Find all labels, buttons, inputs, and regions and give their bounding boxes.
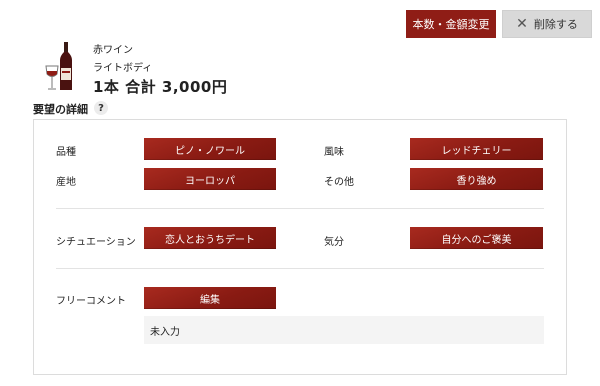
origin-value-button[interactable]: ヨーロッパ: [144, 168, 276, 190]
situation-value-button[interactable]: 恋人とおうちデート: [144, 227, 276, 249]
comment-label: フリーコメント: [56, 296, 126, 307]
order-total: 1本 合計 3,000円: [93, 78, 228, 96]
section-title: 要望の詳細: [33, 103, 88, 116]
comment-text: 未入力: [144, 316, 544, 344]
details-panel: 品種 ピノ・ノワール 風味 レッドチェリー 産地 ヨーロッパ その他 香り強め …: [33, 119, 567, 375]
variety-value-button[interactable]: ピノ・ノワール: [144, 138, 276, 160]
divider: [56, 208, 544, 209]
edit-comment-button[interactable]: 編集: [144, 287, 276, 309]
delete-label: 削除する: [533, 18, 578, 31]
variety-label: 品種: [56, 147, 76, 158]
flavor-label: 風味: [324, 147, 344, 158]
change-quantity-amount-label: 本数・金額変更: [412, 18, 490, 31]
divider: [56, 268, 544, 269]
delete-button[interactable]: ✕ 削除する: [502, 10, 592, 38]
change-quantity-amount-button[interactable]: 本数・金額変更: [406, 10, 496, 38]
other-label: その他: [324, 177, 354, 188]
close-icon: ✕: [516, 16, 528, 32]
origin-label: 産地: [56, 177, 76, 188]
flavor-value-button[interactable]: レッドチェリー: [410, 138, 543, 160]
mood-label: 気分: [324, 237, 344, 248]
wine-body: ライトボディ: [93, 63, 153, 74]
help-icon[interactable]: ?: [94, 101, 108, 115]
mood-value-button[interactable]: 自分へのご褒美: [410, 227, 543, 249]
situation-label: シチュエーション: [56, 237, 136, 248]
wine-bottle-glass-icon: [45, 42, 72, 90]
wine-type: 赤ワイン: [93, 45, 133, 56]
other-value-button[interactable]: 香り強め: [410, 168, 543, 190]
